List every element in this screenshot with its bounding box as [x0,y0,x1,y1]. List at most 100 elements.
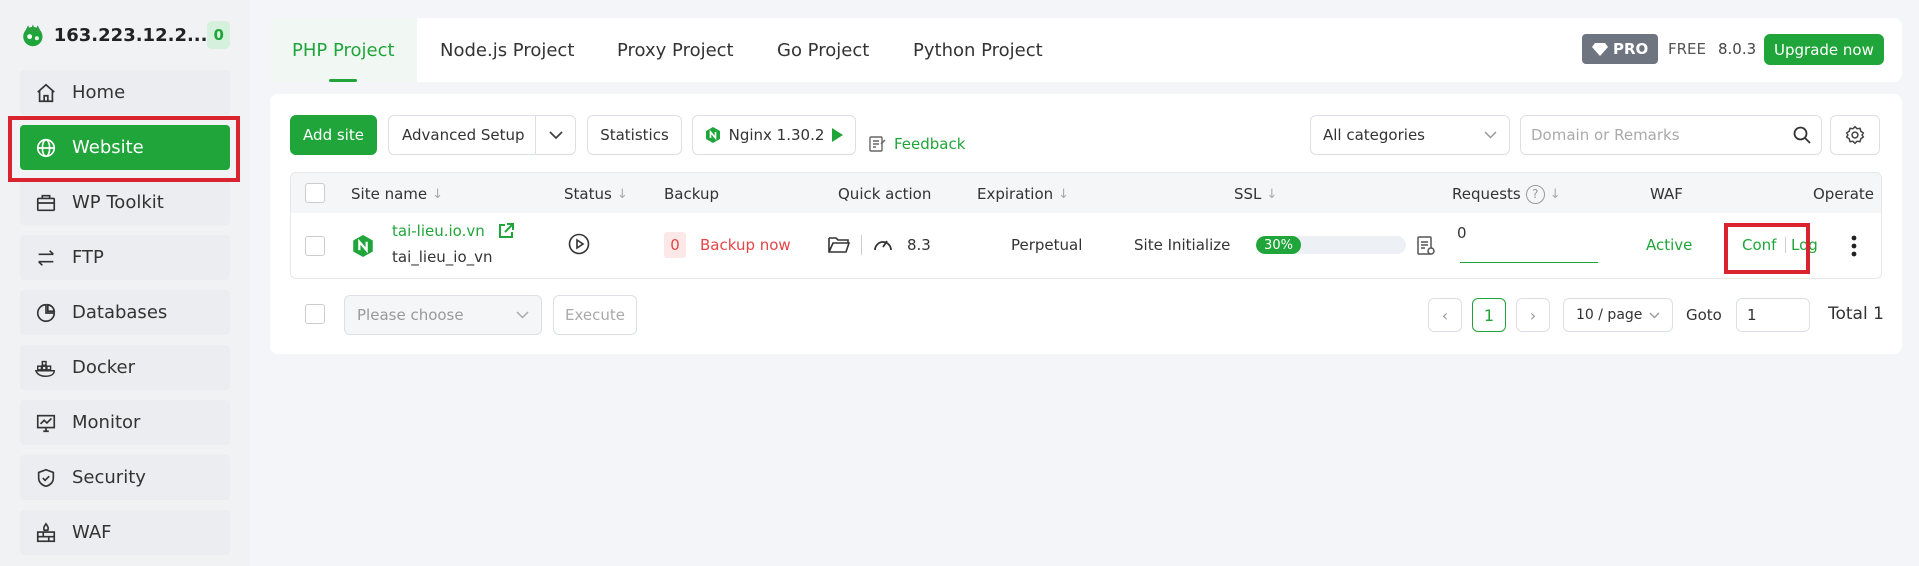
database-icon [34,301,58,325]
chevron-right-icon: › [1529,305,1537,325]
header-ssl[interactable]: SSL ↓ [1234,173,1277,215]
firewall-icon [34,521,58,545]
nginx-version-label: Nginx 1.30.2 [728,126,825,144]
goto-page-input[interactable] [1736,298,1810,332]
site-remark[interactable]: tai_lieu_io_vn [392,246,493,268]
feedback-label: Feedback [894,135,966,153]
advanced-setup-label: Advanced Setup [402,126,525,144]
tab-nodejs-project[interactable]: Node.js Project [418,18,596,82]
table-row: tai-lieu.io.vn tai_lieu_io_vn 0 Backup n… [290,213,1882,279]
header-label: Expiration [977,185,1054,203]
pro-badge[interactable]: PRO [1582,34,1659,64]
waf-status[interactable]: Active [1646,234,1692,256]
play-icon [832,128,844,142]
header-quick-action: Quick action [838,173,931,215]
nginx-icon [705,127,720,143]
sidebar-item-label: Docker [72,357,136,378]
sidebar-item-ftp[interactable]: FTP [20,235,230,280]
server-header[interactable]: 163.223.12.2... 0 [20,16,230,54]
log-link[interactable]: Log [1791,234,1818,256]
more-vertical-icon[interactable] [1851,235,1857,257]
panel-logo-icon [23,24,43,47]
tab-python-project[interactable]: Python Project [891,18,1065,82]
ssl-status[interactable]: Site Initialize [1134,234,1230,256]
header-site-name[interactable]: Site name ↓ [351,173,443,215]
row-checkbox[interactable] [305,236,325,256]
header-requests[interactable]: Requests ? ↓ [1452,173,1561,215]
settings-button[interactable] [1830,115,1880,155]
server-ip: 163.223.12.2... [53,24,208,46]
pro-label: PRO [1613,40,1649,58]
sidebar-item-waf[interactable]: WAF [20,510,230,555]
header-waf: WAF [1650,173,1683,215]
sidebar-item-label: Home [72,82,126,103]
site-list-panel: Add site Advanced Setup Statistics Nginx… [270,94,1902,354]
php-version[interactable]: 8.3 [907,234,931,256]
feedback-link[interactable]: Feedback [868,124,965,164]
folder-icon[interactable] [828,235,850,255]
backup-now-link[interactable]: Backup now [700,236,791,254]
batch-select-checkbox[interactable] [305,304,325,324]
batch-action-placeholder: Please choose [357,306,464,324]
execute-button[interactable]: Execute [553,295,637,335]
external-link-icon[interactable] [497,222,515,240]
statistics-button[interactable]: Statistics [587,115,682,155]
server-count-badge[interactable]: 0 [207,21,230,49]
header-label: Status [564,185,612,203]
page-size-select[interactable]: 10 / page [1563,298,1673,332]
select-all-checkbox[interactable] [305,183,325,203]
domain-search[interactable] [1520,115,1822,155]
tab-go-project[interactable]: Go Project [755,18,891,82]
sidebar: 163.223.12.2... 0 Home Website WP Toolki… [0,0,250,566]
page-size-value: 10 / page [1576,307,1643,323]
total-count: Total 1 [1828,304,1884,324]
sidebar-item-security[interactable]: Security [20,455,230,500]
tab-proxy-project[interactable]: Proxy Project [595,18,756,82]
conf-link[interactable]: Conf [1742,234,1776,256]
sidebar-item-databases[interactable]: Databases [20,290,230,335]
nginx-service-button[interactable]: Nginx 1.30.2 [692,115,856,155]
sidebar-item-home[interactable]: Home [20,70,230,115]
version-label: 8.0.3 [1718,40,1757,58]
monitor-icon [34,411,58,435]
page-number-button[interactable]: 1 [1472,298,1506,332]
help-icon[interactable]: ? [1525,184,1545,204]
sidebar-item-label: WP Toolkit [72,192,164,213]
home-icon [34,81,58,105]
globe-icon [34,136,58,160]
chevron-down-icon[interactable] [535,116,575,154]
sort-arrow-icon: ↓ [432,186,444,202]
header-label: SSL [1234,185,1262,203]
site-domain-cell: tai-lieu.io.vn [392,219,515,243]
sidebar-item-docker[interactable]: Docker [20,345,230,390]
add-site-button[interactable]: Add site [290,115,377,155]
category-select[interactable]: All categories [1310,115,1510,155]
search-icon[interactable] [1793,126,1811,144]
site-domain-link[interactable]: tai-lieu.io.vn [392,222,485,240]
next-page-button[interactable]: › [1516,298,1550,332]
table-header: Site name ↓ Status ↓ Backup Quick action… [290,172,1882,214]
ssl-progress-label: 30% [1264,237,1293,253]
header-status[interactable]: Status ↓ [564,173,628,215]
sidebar-item-website[interactable]: Website [20,125,230,170]
ssl-log-icon[interactable] [1416,235,1436,257]
requests-sparkline [1460,262,1598,263]
sidebar-item-wp-toolkit[interactable]: WP Toolkit [20,180,230,225]
header-label: Quick action [838,185,932,203]
nginx-site-icon [353,235,373,257]
sidebar-item-label: WAF [72,522,112,543]
speedometer-icon[interactable] [873,235,893,253]
quick-action-divider [861,235,862,255]
play-circle-icon[interactable] [568,233,590,255]
header-operate: Operate [1813,173,1874,215]
diamond-icon [1592,43,1608,56]
sidebar-item-monitor[interactable]: Monitor [20,400,230,445]
tab-php-project[interactable]: PHP Project [270,18,417,82]
expiration-value[interactable]: Perpetual [1011,234,1082,256]
batch-action-select[interactable]: Please choose [344,295,542,335]
prev-page-button[interactable]: ‹ [1428,298,1462,332]
header-expiration[interactable]: Expiration ↓ [977,173,1069,215]
upgrade-now-button[interactable]: Upgrade now [1764,34,1884,65]
advanced-setup-dropdown[interactable]: Advanced Setup [388,115,576,155]
search-input[interactable] [1531,126,1793,144]
